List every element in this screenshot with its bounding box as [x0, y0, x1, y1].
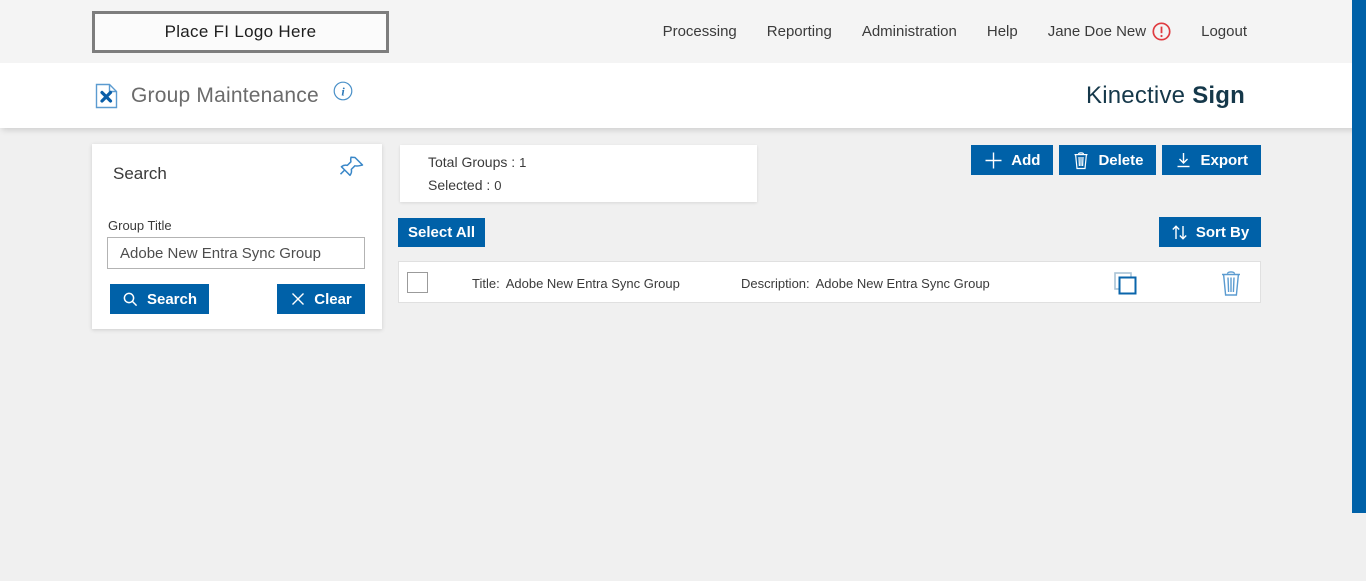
nav-user[interactable]: Jane Doe New — [1048, 22, 1171, 41]
row-description: Description: Adobe New Entra Sync Group — [741, 275, 990, 291]
sort-arrows-icon — [1171, 223, 1188, 242]
brand-product: Sign — [1192, 81, 1245, 109]
search-button[interactable]: Search — [110, 284, 209, 314]
nav-processing[interactable]: Processing — [663, 23, 737, 40]
selected-count-value: 0 — [494, 178, 502, 193]
scrollbar-thumb[interactable] — [1352, 0, 1366, 513]
top-bar: Place FI Logo Here Processing Reporting … — [0, 0, 1366, 63]
nav-logout[interactable]: Logout — [1201, 23, 1247, 40]
row-checkbox[interactable] — [407, 272, 428, 293]
total-groups: Total Groups :1 — [428, 154, 527, 170]
trash-icon — [1072, 151, 1090, 170]
copy-icon[interactable] — [1111, 269, 1139, 302]
delete-button[interactable]: Delete — [1059, 145, 1157, 175]
pushpin-icon[interactable] — [338, 154, 366, 187]
search-panel-title: Search — [113, 164, 167, 183]
fi-logo-text: Place FI Logo Here — [164, 22, 317, 41]
group-title-input[interactable] — [107, 237, 365, 269]
scrollbar-track[interactable] — [1352, 0, 1366, 581]
row-title-value: Adobe New Entra Sync Group — [505, 275, 680, 291]
page-header: Group Maintenance i Kinective Sign — [0, 63, 1366, 128]
select-all-button[interactable]: Select All — [398, 218, 485, 247]
add-button[interactable]: Add — [971, 145, 1054, 175]
search-panel: Search Group Title Search Clear — [92, 144, 382, 329]
row-description-value: Adobe New Entra Sync Group — [815, 275, 990, 291]
summary-box: Total Groups :1 Selected :0 — [400, 145, 757, 202]
row-title: Title: Adobe New Entra Sync Group — [472, 275, 680, 291]
svg-text:i: i — [341, 84, 345, 98]
total-groups-value: 1 — [519, 155, 527, 170]
nav-administration[interactable]: Administration — [862, 23, 957, 40]
fi-logo-placeholder: Place FI Logo Here — [92, 11, 389, 53]
top-navigation: Processing Reporting Administration Help… — [663, 0, 1247, 63]
toolbar: Add Delete Export — [971, 145, 1261, 175]
brand-name: Kinective — [1086, 81, 1186, 109]
brand-logo: Kinective Sign — [1086, 63, 1245, 128]
download-icon — [1175, 151, 1192, 169]
user-name: Jane Doe New — [1047, 23, 1147, 40]
selected-count: Selected :0 — [428, 177, 502, 193]
clear-button[interactable]: Clear — [277, 284, 365, 314]
document-tools-icon — [95, 83, 118, 109]
x-icon — [290, 291, 306, 307]
plus-icon — [984, 151, 1003, 170]
nav-reporting[interactable]: Reporting — [767, 23, 832, 40]
magnifier-icon — [122, 291, 139, 308]
row-trash-icon[interactable] — [1219, 270, 1243, 302]
info-icon[interactable]: i — [333, 81, 353, 101]
nav-help[interactable]: Help — [987, 23, 1018, 40]
group-row: Title: Adobe New Entra Sync Group Descri… — [398, 261, 1261, 303]
page-title: Group Maintenance — [131, 83, 319, 107]
alert-circle-icon — [1152, 22, 1171, 41]
export-button[interactable]: Export — [1162, 145, 1261, 175]
sort-by-button[interactable]: Sort By — [1159, 217, 1261, 247]
group-title-label: Group Title — [108, 218, 172, 233]
